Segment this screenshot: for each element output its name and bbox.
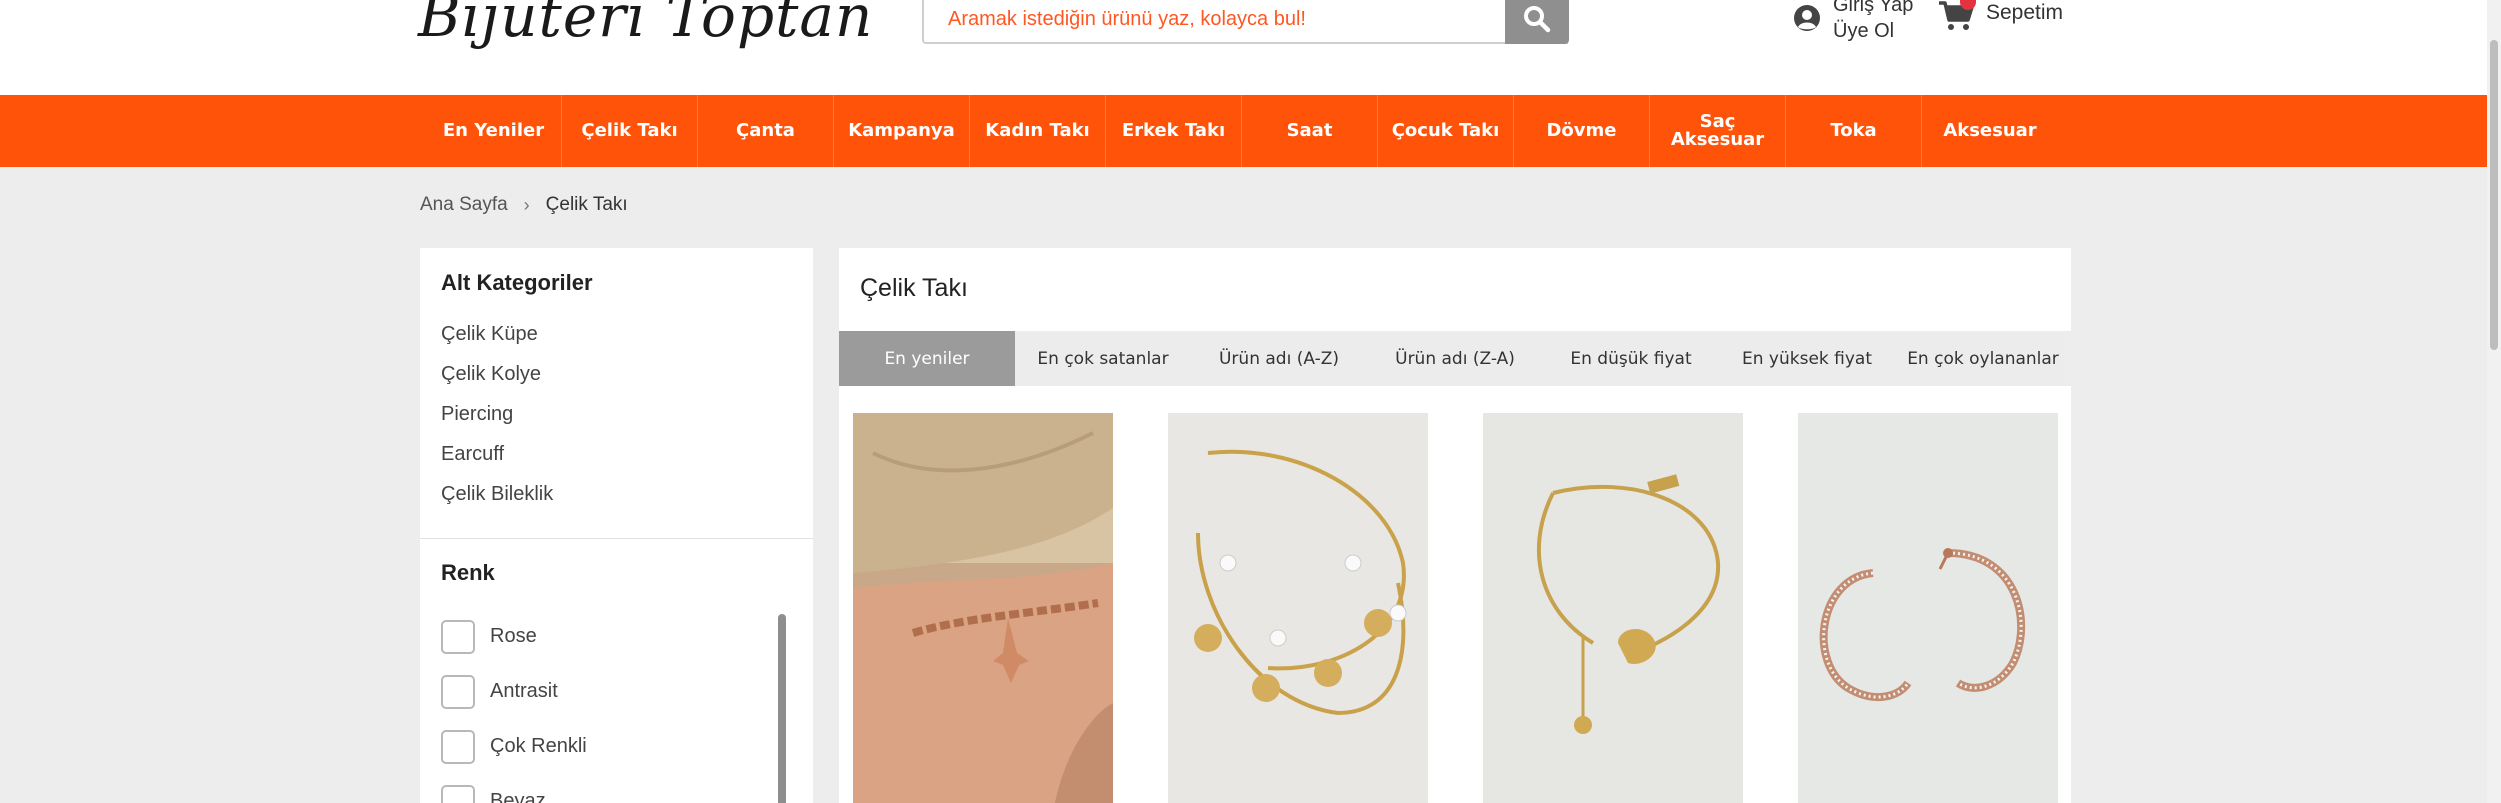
subcategory-item[interactable]: Earcuff [441,442,553,482]
main-navigation: En Yeniler Çelik Takı Çanta Kampanya Kad… [0,95,2501,167]
nav-item-erkek-taki[interactable]: Erkek Takı [1106,95,1242,167]
product-image [853,413,1113,803]
category-title: Çelik Takı [860,274,968,302]
search-icon [1524,6,1551,33]
cart-link[interactable]: Sepetim [1938,0,2063,32]
color-checkbox[interactable] [441,784,475,803]
nav-list: En Yeniler Çelik Takı Çanta Kampanya Kad… [426,95,2058,167]
color-list-scrollbar[interactable] [778,614,786,803]
sort-tab-name-desc[interactable]: Ürün adı (Z-A) [1367,331,1543,386]
register-label[interactable]: Üye Ol [1833,18,1913,44]
breadcrumb: Ana Sayfa › Çelik Takı [420,194,628,216]
nav-item-saat[interactable]: Saat [1242,95,1378,167]
sort-tab-best-selling[interactable]: En çok satanlar [1015,331,1191,386]
color-filter-item[interactable]: Beyaz [441,774,587,803]
color-filter-title: Renk [441,560,495,585]
product-grid [853,413,2058,803]
product-listing-panel: Çelik Takı En yeniler En çok satanlar Ür… [839,248,2071,803]
breadcrumb-home[interactable]: Ana Sayfa [420,194,508,216]
product-image [1483,413,1743,803]
color-filter-item[interactable]: Antrasit [441,664,587,719]
sort-tab-lowest-price[interactable]: En düşük fiyat [1543,331,1719,386]
color-filter-item[interactable]: Rose [441,609,587,664]
nav-item-toka[interactable]: Toka [1786,95,1922,167]
product-image [1798,413,2058,803]
product-card[interactable] [1798,413,2058,803]
breadcrumb-separator: › [523,194,530,215]
page-scrollbar-thumb[interactable] [2490,40,2498,350]
search-input[interactable] [948,4,1508,34]
product-card[interactable] [853,413,1113,803]
subcategory-list: Çelik Küpe Çelik Kolye Piercing Earcuff … [441,322,553,522]
site-logo[interactable]: Bijuteri Toptan [418,0,873,50]
nav-item-sac-aksesuar[interactable]: Saç Aksesuar [1650,95,1786,167]
cart-icon [1938,0,1976,32]
color-label: Beyaz [490,790,546,803]
search-box [922,0,1568,44]
color-checkbox[interactable] [441,619,475,654]
nav-item-canta[interactable]: Çanta [698,95,834,167]
color-label: Rose [490,625,537,647]
sort-tab-name-asc[interactable]: Ürün adı (A-Z) [1191,331,1367,386]
color-label: Antrasit [490,680,558,702]
login-label[interactable]: Giriş Yap [1833,0,1913,18]
subcategory-item[interactable]: Piercing [441,402,553,442]
product-card[interactable] [1483,413,1743,803]
sort-tab-most-voted[interactable]: En çok oylananlar [1895,331,2071,386]
color-filter-item[interactable]: Çok Renkli [441,719,587,774]
search-button[interactable] [1505,0,1569,44]
account-link[interactable]: Giriş Yap Üye Ol [1793,0,1913,42]
nav-item-en-yeniler[interactable]: En Yeniler [426,95,562,167]
sort-tabs: En yeniler En çok satanlar Ürün adı (A-Z… [839,331,2071,386]
subcategory-item[interactable]: Çelik Bileklik [441,482,553,522]
filter-sidebar: Alt Kategoriler Çelik Küpe Çelik Kolye P… [420,248,813,803]
nav-item-celik-taki[interactable]: Çelik Takı [562,95,698,167]
nav-item-kampanya[interactable]: Kampanya [834,95,970,167]
nav-item-aksesuar[interactable]: Aksesuar [1922,95,2058,167]
cart-label: Sepetim [1986,1,2064,24]
color-checkbox[interactable] [441,674,475,709]
product-image [1168,413,1428,803]
breadcrumb-current: Çelik Takı [545,194,628,215]
subcategory-item[interactable]: Çelik Küpe [441,322,553,362]
color-filter-list: Rose Antrasit Çok Renkli Beyaz [441,609,587,803]
sort-tab-highest-price[interactable]: En yüksek fiyat [1719,331,1895,386]
nav-item-kadin-taki[interactable]: Kadın Takı [970,95,1106,167]
account-text: Giriş Yap Üye Ol [1833,0,1913,44]
sort-tab-newest[interactable]: En yeniler [839,331,1015,386]
subcategory-item[interactable]: Çelik Kolye [441,362,553,402]
nav-item-cocuk-taki[interactable]: Çocuk Takı [1378,95,1514,167]
sidebar-divider [420,538,813,539]
product-card[interactable] [1168,413,1428,803]
user-circle-icon [1794,5,1820,31]
color-label: Çok Renkli [490,735,587,757]
site-header: Bijuteri Toptan Giriş Yap Üye Ol [0,0,2501,95]
nav-item-dovme[interactable]: Dövme [1514,95,1650,167]
color-checkbox[interactable] [441,729,475,764]
subcategories-title: Alt Kategoriler [441,270,593,295]
